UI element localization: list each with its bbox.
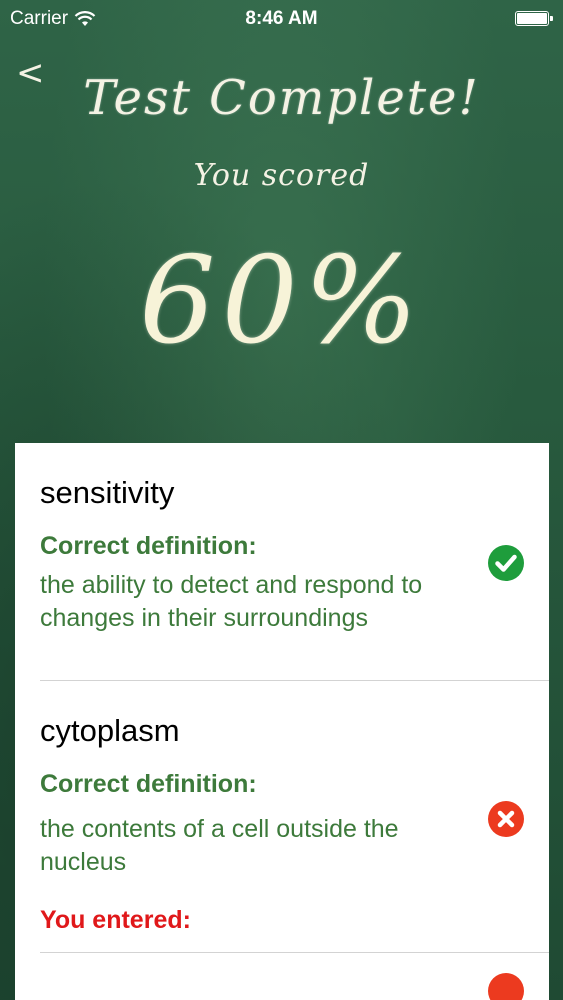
definition-heading: Correct definition: [40,532,257,560]
battery-level [517,13,547,24]
term-label: sensitivity [40,475,175,510]
x-icon [488,973,524,1000]
checkmark-icon [488,545,524,581]
list-item[interactable]: sensitivity Correct definition: the abil… [15,443,549,680]
x-glyph [497,810,515,828]
score-percentage: 60% [139,232,424,371]
checkmark-glyph [495,554,517,572]
score-subtitle: You scored [193,158,370,193]
clock: 8:46 AM [245,8,318,29]
list-item[interactable]: cytoplasm Correct definition: the conten… [15,681,549,952]
definition-heading: Correct definition: [40,770,257,798]
definition-text: the contents of a cell outside the nucle… [40,815,399,876]
page-title: Test Complete! [83,70,480,126]
battery-icon [515,11,553,26]
entered-heading: You entered: [40,906,191,934]
status-bar: Carrier 8:46 AM [0,0,563,38]
definition-text: the ability to detect and respond to cha… [40,571,423,632]
results-list[interactable]: sensitivity Correct definition: the abil… [15,443,549,1000]
term-label: cytoplasm [40,713,180,748]
list-item-partial[interactable] [15,953,549,1000]
x-icon [488,801,524,837]
